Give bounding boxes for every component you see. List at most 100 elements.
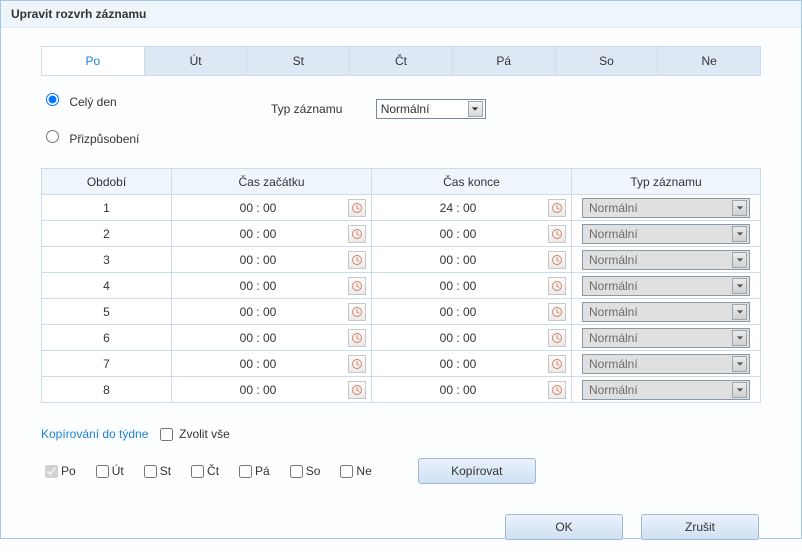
end-time-cell: 00 : 00 — [372, 377, 572, 403]
row-type-select: Normální — [582, 354, 750, 374]
row-type-cell: Normální — [572, 221, 761, 247]
clock-icon[interactable] — [348, 225, 366, 243]
row-type-select: Normální — [582, 380, 750, 400]
clock-icon[interactable] — [548, 381, 566, 399]
clock-icon[interactable] — [548, 303, 566, 321]
clock-icon[interactable] — [348, 381, 366, 399]
row-type-value: Normální — [589, 383, 638, 397]
period-cell: 2 — [42, 221, 172, 247]
clock-icon[interactable] — [548, 199, 566, 217]
start-time-value: 00 : 00 — [240, 201, 277, 215]
copy-day-label: Pá — [255, 464, 270, 478]
row-type-cell: Normální — [572, 247, 761, 273]
copy-day-checkbox-ne[interactable] — [340, 465, 353, 478]
clock-icon[interactable] — [348, 329, 366, 347]
tab-st[interactable]: St — [247, 47, 350, 75]
start-time-value: 00 : 00 — [240, 357, 277, 371]
row-type-select: Normální — [582, 198, 750, 218]
clock-icon[interactable] — [548, 251, 566, 269]
copy-day-label: Čt — [207, 464, 219, 478]
start-time-value: 00 : 00 — [240, 279, 277, 293]
row-type-select: Normální — [582, 250, 750, 270]
period-cell: 6 — [42, 325, 172, 351]
tab-ne[interactable]: Ne — [658, 47, 760, 75]
row-type-cell: Normální — [572, 273, 761, 299]
end-time-cell: 00 : 00 — [372, 299, 572, 325]
clock-icon[interactable] — [348, 355, 366, 373]
ok-button[interactable]: OK — [505, 514, 623, 540]
chevron-down-icon — [732, 252, 747, 268]
radio-all-day[interactable]: Celý den — [41, 90, 201, 109]
copy-button[interactable]: Kopírovat — [418, 458, 536, 484]
chevron-down-icon — [732, 226, 747, 242]
chevron-down-icon — [732, 278, 747, 294]
tab-pá[interactable]: Pá — [453, 47, 556, 75]
start-time-cell: 00 : 00 — [172, 195, 372, 221]
radio-custom-label: Přizpůsobení — [69, 132, 139, 146]
end-time-cell: 00 : 00 — [372, 221, 572, 247]
clock-icon[interactable] — [348, 251, 366, 269]
row-type-value: Normální — [589, 253, 638, 267]
row-type-cell: Normální — [572, 195, 761, 221]
record-type-select[interactable]: Normální — [376, 99, 486, 119]
tab-čt[interactable]: Čt — [350, 47, 453, 75]
copy-day-checkbox-čt[interactable] — [191, 465, 204, 478]
start-time-cell: 00 : 00 — [172, 221, 372, 247]
period-cell: 7 — [42, 351, 172, 377]
window-title: Upravit rozvrh záznamu — [1, 1, 801, 28]
row-type-value: Normální — [589, 201, 638, 215]
start-time-value: 00 : 00 — [240, 305, 277, 319]
row-type-value: Normální — [589, 331, 638, 345]
period-cell: 5 — [42, 299, 172, 325]
record-type-value: Normální — [381, 102, 430, 116]
radio-all-day-label: Celý den — [69, 95, 116, 109]
tab-po[interactable]: Po — [42, 47, 145, 75]
select-all-label: Zvolit vše — [179, 427, 230, 441]
period-cell: 3 — [42, 247, 172, 273]
chevron-down-icon — [732, 382, 747, 398]
radio-custom[interactable]: Přizpůsobení — [41, 127, 201, 146]
start-time-cell: 00 : 00 — [172, 273, 372, 299]
start-time-cell: 00 : 00 — [172, 377, 372, 403]
start-time-value: 00 : 00 — [240, 253, 277, 267]
clock-icon[interactable] — [548, 225, 566, 243]
copy-day-label: So — [306, 464, 321, 478]
chevron-down-icon — [732, 200, 747, 216]
end-time-cell: 00 : 00 — [372, 273, 572, 299]
copy-day-checkbox-st[interactable] — [144, 465, 157, 478]
row-type-value: Normální — [589, 279, 638, 293]
copy-day-label: St — [160, 464, 171, 478]
clock-icon[interactable] — [548, 329, 566, 347]
clock-icon[interactable] — [548, 277, 566, 295]
table-row: 300 : 0000 : 00Normální — [42, 247, 761, 273]
start-time-value: 00 : 00 — [240, 227, 277, 241]
end-time-value: 00 : 00 — [440, 383, 477, 397]
start-time-cell: 00 : 00 — [172, 247, 372, 273]
end-time-value: 00 : 00 — [440, 279, 477, 293]
tab-út[interactable]: Út — [145, 47, 248, 75]
clock-icon[interactable] — [348, 277, 366, 295]
cancel-button[interactable]: Zrušit — [641, 514, 759, 540]
record-type-label: Typ záznamu — [271, 102, 342, 116]
end-time-cell: 24 : 00 — [372, 195, 572, 221]
chevron-down-icon — [732, 356, 747, 372]
copy-day-checkbox-pá[interactable] — [239, 465, 252, 478]
table-row: 200 : 0000 : 00Normální — [42, 221, 761, 247]
tab-so[interactable]: So — [556, 47, 659, 75]
record-type-group: Typ záznamu Normální — [271, 99, 486, 119]
copy-day-checkbox-út[interactable] — [96, 465, 109, 478]
copy-day-checkbox-po[interactable] — [45, 465, 58, 478]
dialog-footer: OK Zrušit — [41, 514, 761, 540]
row-type-select: Normální — [582, 328, 750, 348]
start-time-cell: 00 : 00 — [172, 351, 372, 377]
copy-day-label: Ne — [356, 464, 371, 478]
table-row: 600 : 0000 : 00Normální — [42, 325, 761, 351]
select-all-checkbox[interactable] — [160, 428, 173, 441]
clock-icon[interactable] — [348, 303, 366, 321]
clock-icon[interactable] — [348, 199, 366, 217]
copy-day-checkbox-so[interactable] — [290, 465, 303, 478]
row-type-cell: Normální — [572, 299, 761, 325]
col-start: Čas začátku — [172, 169, 372, 195]
col-end: Čas konce — [372, 169, 572, 195]
clock-icon[interactable] — [548, 355, 566, 373]
